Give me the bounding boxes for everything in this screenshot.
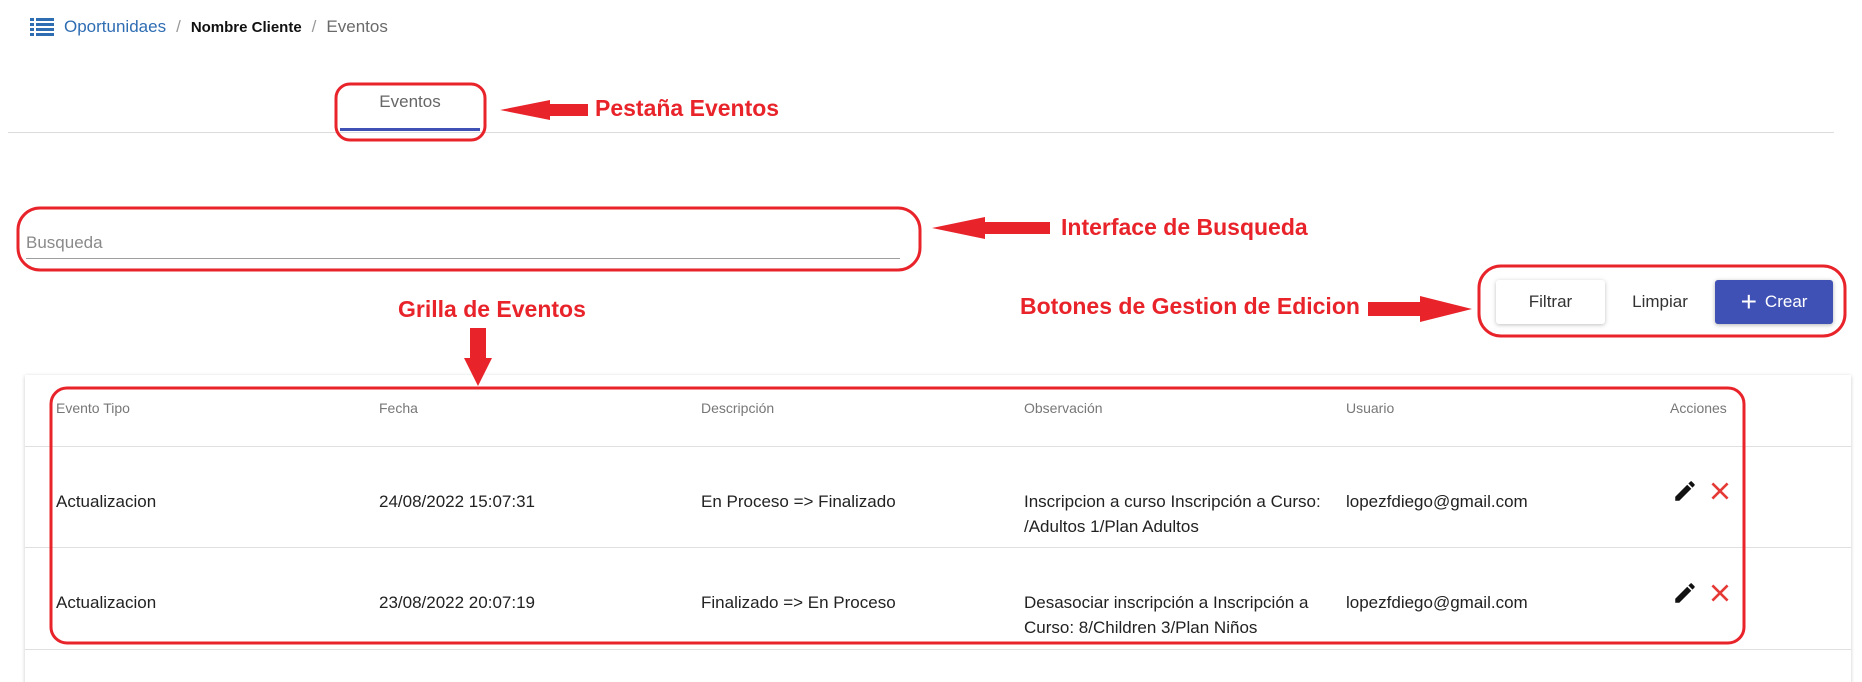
cell-usuario: lopezfdiego@gmail.com <box>1346 593 1528 612</box>
tab-bar <box>8 82 1834 133</box>
cell-usuario: lopezfdiego@gmail.com <box>1346 492 1528 511</box>
breadcrumb-separator: / <box>176 17 181 36</box>
delete-icon[interactable] <box>1707 478 1733 504</box>
annotation-label-grid: Grilla de Eventos <box>398 296 586 322</box>
row-divider <box>25 649 1851 650</box>
delete-icon[interactable] <box>1707 580 1733 606</box>
column-header-acciones: Acciones <box>1670 400 1727 416</box>
breadcrumb-current: Eventos <box>326 17 388 36</box>
clear-button-label: Limpiar <box>1632 292 1688 311</box>
search-input[interactable] <box>26 228 900 259</box>
cell-observacion-line2: Curso: 8/Children 3/Plan Niños <box>1024 618 1258 637</box>
breadcrumb-oportunidades-link[interactable]: Oportunidaes <box>64 17 166 37</box>
column-header-fecha[interactable]: Fecha <box>379 400 418 416</box>
header-divider <box>25 446 1851 447</box>
annotation-label-buttons: Botones de Gestion de Edicion <box>1020 293 1360 319</box>
cell-observacion-line2: /Adultos 1/Plan Adultos <box>1024 517 1199 536</box>
column-header-usuario[interactable]: Usuario <box>1346 400 1394 416</box>
create-button-label: Crear <box>1764 292 1808 311</box>
tab-eventos[interactable]: Eventos <box>340 82 480 131</box>
cell-fecha: 23/08/2022 20:07:19 <box>379 593 535 612</box>
annotation-label-search: Interface de Busqueda <box>1061 214 1308 240</box>
cell-evento-tipo: Actualizacion <box>56 593 157 612</box>
cell-fecha: 24/08/2022 15:07:31 <box>379 492 535 511</box>
breadcrumb-cliente[interactable]: Nombre Cliente <box>191 19 302 36</box>
events-grid <box>25 375 1851 682</box>
column-header-observacion[interactable]: Observación <box>1024 400 1103 416</box>
breadcrumb: Oportunidaes / Nombre Cliente / Eventos <box>30 15 388 39</box>
search-annotation-arrow <box>932 217 1050 239</box>
filter-button[interactable]: Filtrar <box>1496 280 1605 324</box>
column-header-descripcion[interactable]: Descripción <box>701 400 774 416</box>
clear-button[interactable]: Limpiar <box>1612 280 1708 324</box>
breadcrumb-separator: / <box>311 17 317 36</box>
cell-descripcion: En Proceso => Finalizado <box>701 492 896 511</box>
cell-observacion-line1: Desasociar inscripción a Inscripción a <box>1024 593 1309 612</box>
column-header-evento-tipo[interactable]: Evento Tipo <box>56 400 130 416</box>
edit-icon[interactable] <box>1672 478 1698 504</box>
create-button[interactable]: + Crear <box>1715 280 1833 324</box>
plus-icon: + <box>1740 286 1757 317</box>
row-divider <box>25 547 1851 548</box>
cell-observacion-line1: Inscripcion a curso Inscripción a Curso: <box>1024 492 1321 511</box>
cell-evento-tipo: Actualizacion <box>56 492 157 511</box>
buttons-annotation-arrow <box>1368 296 1472 322</box>
list-icon[interactable] <box>30 17 54 37</box>
annotation-label-tab: Pestaña Eventos <box>595 95 780 121</box>
cell-descripcion: Finalizado => En Proceso <box>701 593 896 612</box>
filter-button-label: Filtrar <box>1528 292 1573 311</box>
edit-icon[interactable] <box>1672 580 1698 606</box>
